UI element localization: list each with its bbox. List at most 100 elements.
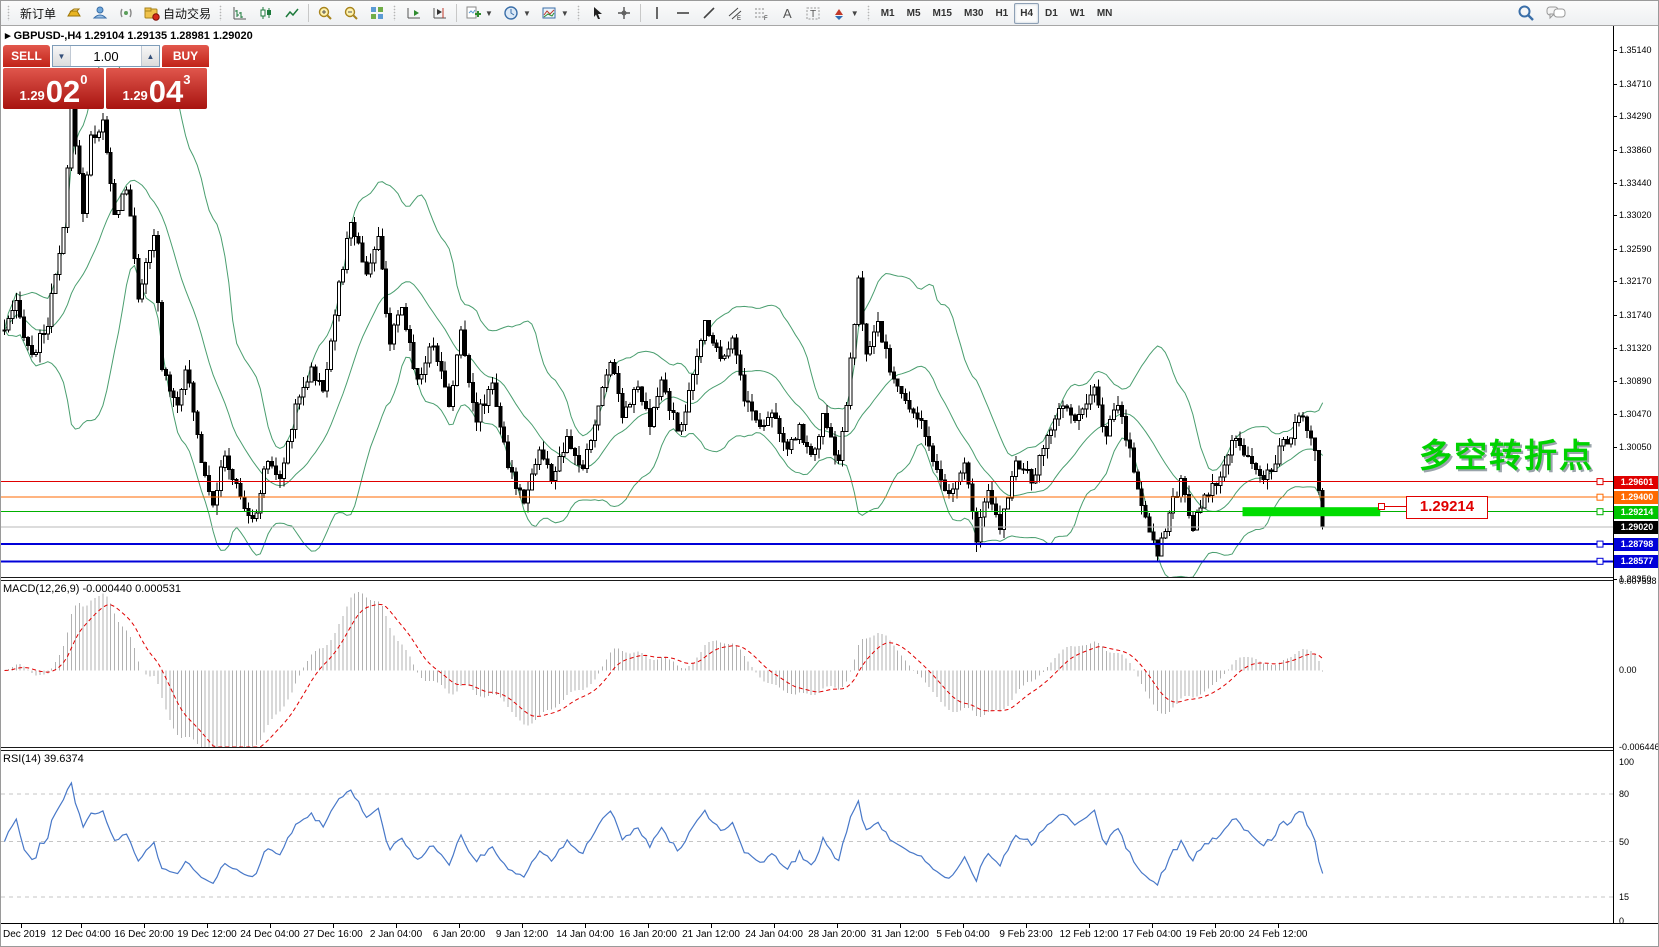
time-axis-tick: [1278, 924, 1279, 928]
autotrading-button[interactable]: 自动交易: [139, 2, 216, 25]
timeframe-button-h1[interactable]: H1: [989, 3, 1014, 24]
search-icon[interactable]: [1517, 4, 1535, 27]
vertical-line-tool[interactable]: [644, 2, 670, 25]
cursor-tool-button[interactable]: [585, 2, 611, 25]
zoom-in-icon: [317, 5, 333, 21]
template-icon: [541, 5, 557, 21]
profiles-dropdown[interactable]: ▼: [498, 2, 536, 25]
new-order-label: 新订单: [20, 5, 56, 22]
channel-tool[interactable]: E: [722, 2, 748, 25]
price-axis-tick: [1614, 381, 1617, 382]
line-chart-button[interactable]: [279, 2, 305, 25]
rsi-axis-label: 50: [1619, 837, 1629, 847]
bar-chart-icon: [232, 5, 248, 21]
chat-icon[interactable]: [1546, 4, 1566, 27]
bar-chart-button[interactable]: [227, 2, 253, 25]
signals-button[interactable]: [113, 2, 139, 25]
label-tool[interactable]: T: [800, 2, 826, 25]
trendline-icon: [701, 5, 717, 21]
sell-price-button[interactable]: 1.29 02 0: [3, 68, 104, 109]
time-axis-label: 24 Jan 04:00: [745, 929, 803, 940]
main-chart-pane[interactable]: ▸ GBPUSD-,H4 1.29104 1.29135 1.28981 1.2…: [1, 26, 1613, 579]
price-axis-tick: [1614, 579, 1617, 580]
time-axis-label: 12 Dec 04:00: [51, 929, 111, 940]
price-axis-label: 1.32170: [1619, 276, 1652, 286]
rsi-label: RSI(14) 39.6374: [3, 753, 84, 765]
price-axis-label: 1.31740: [1619, 310, 1652, 320]
volume-input[interactable]: [71, 46, 141, 66]
time-axis-tick: [522, 924, 523, 928]
zoom-out-button[interactable]: [338, 2, 364, 25]
timeframe-button-m30[interactable]: M30: [958, 3, 989, 24]
price-axis-tick: [1614, 50, 1617, 51]
volume-decrease-button[interactable]: ▼: [53, 46, 71, 66]
pane-separator[interactable]: [1, 577, 1659, 581]
time-axis-tick: [963, 924, 964, 928]
toolbar-grip[interactable]: [7, 5, 12, 21]
timeframe-button-d1[interactable]: D1: [1039, 3, 1064, 24]
auto-scroll-button[interactable]: [401, 2, 427, 25]
price-callout-label[interactable]: 1.29214: [1406, 496, 1488, 519]
svg-text:A: A: [783, 6, 792, 21]
toolbar-grip[interactable]: [867, 5, 872, 21]
toolbar-grip[interactable]: [219, 5, 224, 21]
timeframe-button-m5[interactable]: M5: [901, 3, 927, 24]
crosshair-tool-button[interactable]: [611, 2, 637, 25]
candlestick-chart-button[interactable]: [253, 2, 279, 25]
equidistant-channel-icon: E: [727, 5, 743, 21]
price-tag-1.28577: 1.28577: [1614, 555, 1659, 568]
timeframe-button-m15[interactable]: M15: [927, 3, 958, 24]
macd-pane[interactable]: MACD(12,26,9) -0.000440 0.000531: [1, 581, 1613, 747]
toolbar-grip[interactable]: [577, 5, 582, 21]
market-watch-icon[interactable]: [61, 2, 87, 25]
time-axis-tick: [1215, 924, 1216, 928]
volume-increase-button[interactable]: ▲: [141, 46, 159, 66]
new-order-button[interactable]: 新订单: [15, 2, 61, 25]
time-axis-label: 24 Dec 04:00: [240, 929, 300, 940]
time-axis-label: 17 Feb 04:00: [1123, 929, 1182, 940]
horizontal-line-tool[interactable]: [670, 2, 696, 25]
price-axis-tick: [1614, 183, 1617, 184]
time-axis-label: 6 Jan 20:00: [433, 929, 485, 940]
vertical-line-icon: [649, 5, 665, 21]
toolbar-grip[interactable]: [393, 5, 398, 21]
pane-separator[interactable]: [1, 747, 1659, 751]
time-axis-label: 31 Jan 12:00: [871, 929, 929, 940]
templates-button[interactable]: ▼: [536, 2, 574, 25]
accounts-button[interactable]: [87, 2, 113, 25]
timeframe-button-w1[interactable]: W1: [1064, 3, 1091, 24]
time-axis-label: 9 Feb 23:00: [999, 929, 1052, 940]
price-axis-label: 1.35140: [1619, 45, 1652, 55]
new-chart-dropdown[interactable]: ▼: [460, 2, 498, 25]
time-axis-tick: [774, 924, 775, 928]
timeframe-button-m1[interactable]: M1: [875, 3, 901, 24]
sell-button[interactable]: SELL: [3, 45, 50, 67]
text-tool[interactable]: A: [774, 2, 800, 25]
shapes-dropdown[interactable]: ▼: [826, 2, 864, 25]
price-axis-label: 1.34290: [1619, 111, 1652, 121]
chart-shift-button[interactable]: [427, 2, 453, 25]
zoom-in-button[interactable]: [312, 2, 338, 25]
rsi-pane[interactable]: RSI(14) 39.6374: [1, 751, 1613, 923]
candlestick-icon: [258, 5, 274, 21]
buy-button[interactable]: BUY: [162, 45, 209, 67]
fibonacci-tool[interactable]: F: [748, 2, 774, 25]
rsi-axis-label: 80: [1619, 789, 1629, 799]
line-chart-icon: [284, 5, 300, 21]
price-axis-label: 1.31320: [1619, 343, 1652, 353]
trendline-tool[interactable]: [696, 2, 722, 25]
timeframe-button-mn[interactable]: MN: [1091, 3, 1119, 24]
price-axis-label: 1.34710: [1619, 79, 1652, 89]
buy-price-button[interactable]: 1.29 04 3: [106, 68, 207, 109]
price-axis[interactable]: 1.351401.347101.342901.338601.334401.330…: [1614, 26, 1659, 923]
chart-shift-icon: [432, 5, 448, 21]
price-axis-label: 1.32590: [1619, 244, 1652, 254]
timeframe-button-h4[interactable]: H4: [1014, 3, 1039, 24]
horizontal-line-icon: [675, 5, 691, 21]
tile-windows-button[interactable]: [364, 2, 390, 25]
time-axis-tick: [333, 924, 334, 928]
time-axis[interactable]: Dec 201912 Dec 04:0016 Dec 20:0019 Dec 1…: [1, 924, 1659, 947]
time-axis-label: 24 Feb 12:00: [1249, 929, 1308, 940]
price-axis-tick: [1614, 348, 1617, 349]
candlestick-chart[interactable]: [1, 26, 1613, 579]
